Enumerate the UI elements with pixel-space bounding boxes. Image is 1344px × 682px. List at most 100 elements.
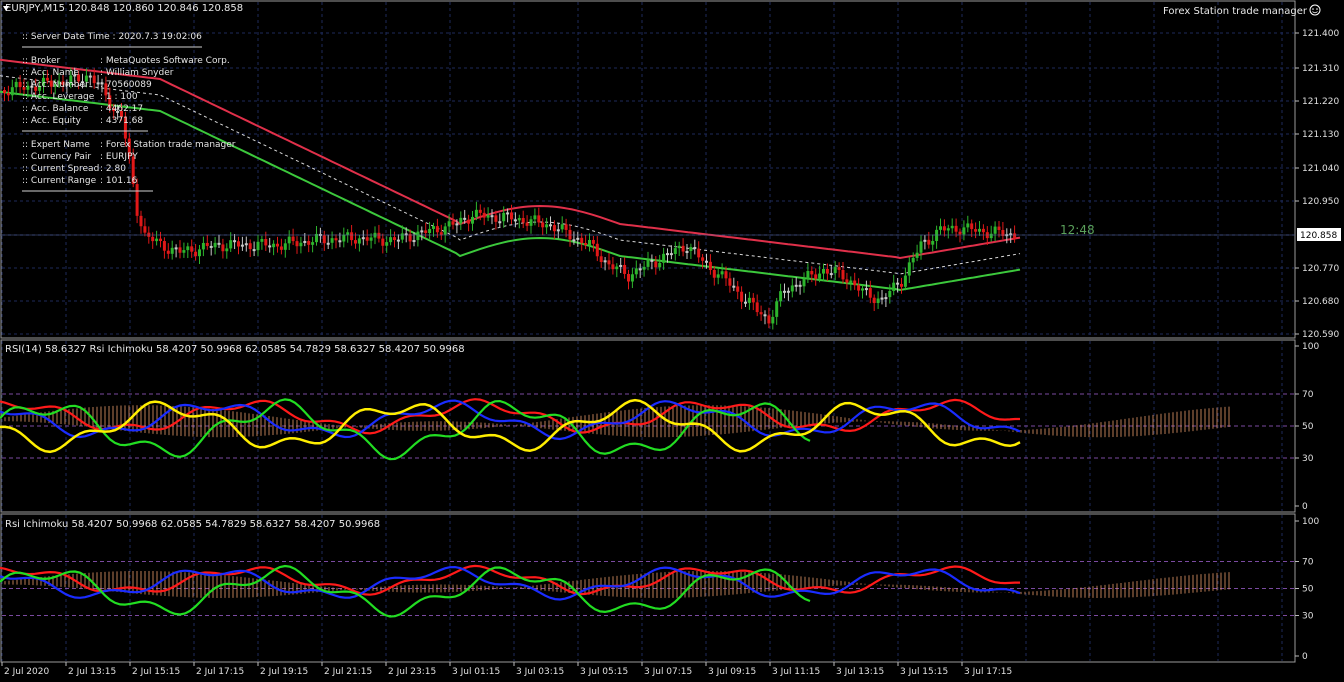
candle-body xyxy=(736,286,740,292)
rsi-tick-label: 50 xyxy=(1302,585,1314,595)
candle-body xyxy=(463,217,467,220)
candle-body xyxy=(767,315,771,324)
info-key: :: Currency Pair xyxy=(22,152,91,162)
candle-body xyxy=(724,271,728,279)
info-value: : EURJPY xyxy=(100,152,138,162)
candle-body xyxy=(326,242,330,245)
candle-body xyxy=(272,243,276,248)
candle-body xyxy=(311,242,315,245)
candle-body xyxy=(517,218,521,221)
smiley-icon[interactable] xyxy=(1309,4,1321,16)
chart-window[interactable]: EURJPY,M15 120.848 120.860 120.846 120.8… xyxy=(0,0,1344,682)
candle-body xyxy=(868,288,872,298)
time-tick-label: 2 Jul 21:15 xyxy=(324,667,372,677)
candle-body xyxy=(861,288,864,291)
candlesticks[interactable] xyxy=(3,67,1017,330)
candle-body xyxy=(155,238,159,242)
time-tick-label: 2 Jul 2020 xyxy=(4,667,49,677)
candle-body xyxy=(619,264,623,267)
candle-body xyxy=(439,232,443,235)
candle-body xyxy=(993,226,997,234)
rsi-tick-label: 50 xyxy=(1302,422,1314,432)
rsi-panel-title: RSI(14) 58.6327 Rsi Ichimoku 58.4207 50.… xyxy=(5,344,465,355)
time-tick-label: 3 Jul 17:15 xyxy=(964,667,1012,677)
candle-body xyxy=(974,229,978,232)
price-tick-label: 121.220 xyxy=(1302,97,1339,107)
candle-body xyxy=(568,229,572,240)
candle-body xyxy=(829,273,833,276)
info-key: :: Acc. Name xyxy=(22,68,80,78)
candle-body xyxy=(693,247,697,250)
candle-body xyxy=(287,236,291,244)
candle-body xyxy=(260,238,264,242)
ea-label: Forex Station trade manager xyxy=(1163,6,1308,17)
candle-body xyxy=(545,224,549,228)
candle-body xyxy=(794,284,798,287)
candle-body xyxy=(334,238,338,241)
candle-body xyxy=(740,291,744,302)
time-tick-label: 3 Jul 07:15 xyxy=(644,667,692,677)
candle-body xyxy=(190,246,194,252)
candle-body xyxy=(907,262,911,276)
candle-body xyxy=(892,282,896,291)
candle-body xyxy=(541,222,545,228)
info-value: : MetaQuotes Software Corp. xyxy=(100,56,230,66)
candle-body xyxy=(428,228,432,233)
candle-body xyxy=(607,260,611,265)
candle-body xyxy=(654,261,658,268)
candle-body xyxy=(194,251,198,257)
candle-body xyxy=(424,230,428,233)
candle-body xyxy=(849,280,853,283)
candle-body xyxy=(857,285,861,291)
envelope-bands xyxy=(0,58,1021,292)
candle-body xyxy=(549,224,552,227)
candle-body xyxy=(638,268,642,271)
candle-body xyxy=(268,245,272,248)
candle-body xyxy=(283,243,287,250)
candle-body xyxy=(490,215,494,218)
candle-body xyxy=(151,236,155,242)
info-value: : Forex Station trade manager xyxy=(100,140,236,150)
rsi-panel-lines xyxy=(0,398,1230,461)
candle-body xyxy=(935,229,939,241)
candle-body xyxy=(88,75,92,78)
candle-body xyxy=(198,249,201,257)
candle-body xyxy=(240,244,244,247)
candle-body xyxy=(478,209,482,213)
candle-body xyxy=(482,212,486,218)
candle-body xyxy=(759,312,763,315)
candle-body xyxy=(779,291,783,302)
candle-body xyxy=(942,226,946,231)
candle-body xyxy=(716,274,720,278)
info-value: : William Snyder xyxy=(100,68,174,78)
candle-body xyxy=(486,215,490,218)
ichimoku-axis: 100 70 50 30 0 xyxy=(1295,517,1319,662)
candle-body xyxy=(166,250,170,254)
candle-body xyxy=(248,243,252,250)
candle-body xyxy=(630,274,634,282)
candle-body xyxy=(966,223,970,228)
candle-body xyxy=(814,274,818,279)
rsi-tick-label: 30 xyxy=(1302,454,1314,464)
candle-body xyxy=(342,234,346,242)
price-axis[interactable]: 121.400 121.310 121.220 121.130 121.040 120.9… xyxy=(1295,29,1339,340)
grid xyxy=(1,2,1294,661)
candle-body xyxy=(802,278,806,287)
candle-body xyxy=(650,259,654,262)
candle-body xyxy=(494,215,498,222)
candle-body xyxy=(615,266,619,270)
candle-body xyxy=(962,227,966,235)
candle-body xyxy=(786,290,790,293)
candle-body xyxy=(92,75,96,84)
time-axis[interactable]: 2 Jul 2020 2 Jul 13:15 2 Jul 15:15 2 Jul 17… xyxy=(1,662,1012,677)
candle-body xyxy=(946,228,950,231)
candle-body xyxy=(361,237,365,240)
candle-body xyxy=(393,237,396,241)
candle-body xyxy=(744,301,747,304)
candle-body xyxy=(14,81,18,88)
candle-body xyxy=(833,267,837,274)
candle-body xyxy=(646,259,650,267)
candle-body xyxy=(775,301,779,317)
candle-body xyxy=(400,233,404,240)
candle-body xyxy=(627,273,630,282)
